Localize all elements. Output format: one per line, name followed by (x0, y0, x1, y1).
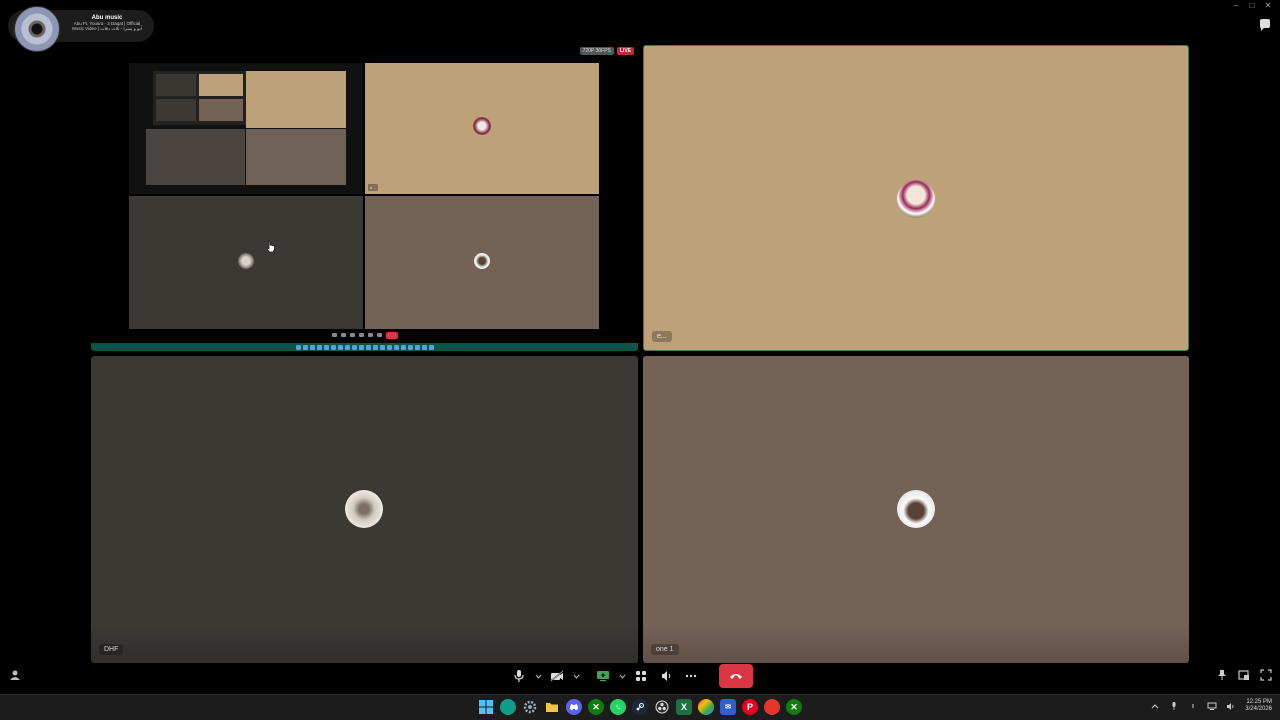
minimize-button[interactable]: – (1230, 0, 1242, 12)
activities-button[interactable] (630, 665, 652, 687)
nested-label: e... (368, 184, 378, 191)
microphone-tray-icon[interactable] (1169, 701, 1179, 711)
nested-avatar (473, 117, 491, 135)
steam-icon[interactable] (632, 699, 648, 715)
participant-tile-dhf[interactable]: DHF (91, 356, 638, 663)
obs-icon[interactable] (654, 699, 670, 715)
microphone-options-chevron-icon[interactable] (533, 665, 543, 687)
participant-label: DHF (99, 644, 124, 655)
participant-label: e... (652, 331, 672, 342)
album-art (14, 6, 60, 52)
windows-start-icon[interactable] (478, 699, 494, 715)
screen-share-options-chevron-icon[interactable] (617, 665, 627, 687)
more-options-button[interactable] (680, 665, 702, 687)
nested-tile-user1: e... (365, 63, 599, 194)
xbox-app-icon[interactable]: ✕ (786, 699, 802, 715)
apps-icon (636, 671, 646, 681)
media-notification[interactable]: Abu music Abu Ft. Yousra - 3 Daqat | Off… (8, 6, 154, 52)
disconnect-button[interactable] (719, 664, 753, 688)
avatar (897, 490, 935, 528)
activity-icon[interactable] (8, 668, 22, 682)
excel-icon[interactable]: X (676, 699, 692, 715)
soundboard-icon (662, 671, 671, 681)
resolution-badge: 720P 30FPS (579, 47, 614, 55)
avatar (897, 180, 935, 218)
avatar (345, 490, 383, 528)
participant-label: one 1 (651, 644, 679, 655)
participant-tile-user1[interactable]: e... (643, 45, 1189, 351)
pin-icon[interactable] (1215, 668, 1229, 682)
clock-time: 12:25 PM (1246, 699, 1272, 705)
app-icon[interactable] (764, 699, 780, 715)
screen-share-tile[interactable]: 720P 30FPS LIVE e... (91, 45, 638, 351)
live-badge: LIVE (616, 47, 634, 55)
close-button[interactable]: ✕ (1262, 0, 1274, 12)
system-tray: 12:25 PM 3/24/2026 (1150, 699, 1272, 713)
screen-share-button[interactable] (592, 665, 614, 687)
discord-call-window: – □ ✕ Abu music Abu Ft. Yousra - 3 Daqat… (0, 0, 1280, 720)
nested-avatar (474, 253, 490, 269)
window-controls: – □ ✕ (1230, 0, 1280, 12)
microphone-icon (514, 670, 524, 682)
nested-screen-share (129, 63, 363, 194)
language-icon[interactable] (1188, 701, 1198, 711)
popout-icon[interactable] (1237, 668, 1251, 682)
fullscreen-icon[interactable] (1259, 668, 1273, 682)
copilot-icon[interactable] (500, 699, 516, 715)
discord-icon[interactable] (566, 699, 582, 715)
pinterest-icon[interactable]: P (742, 699, 758, 715)
nested-call-controls (91, 331, 638, 339)
mouse-cursor-icon (266, 240, 275, 253)
windows-taskbar: ✕ X ✉ P ✕ 12:25 PM 3/24/2026 (0, 694, 1280, 720)
more-icon (685, 674, 697, 678)
file-explorer-icon[interactable] (544, 699, 560, 715)
clock-date: 3/24/2026 (1245, 706, 1272, 712)
chrome-icon[interactable] (698, 699, 714, 715)
nested-taskbar (91, 343, 638, 351)
chat-icon[interactable] (1258, 18, 1272, 32)
xbox-icon[interactable]: ✕ (588, 699, 604, 715)
chevron-up-icon[interactable] (1150, 701, 1160, 711)
settings-icon[interactable] (522, 699, 538, 715)
nested-call-grid: e... (129, 63, 601, 329)
nested-tile-dhf (129, 196, 363, 329)
mail-icon[interactable]: ✉ (720, 699, 736, 715)
screen-share-icon (597, 671, 609, 682)
hang-up-icon (730, 674, 742, 679)
nested-tile-one1 (365, 196, 599, 329)
maximize-button[interactable]: □ (1246, 0, 1258, 12)
call-toolbar (508, 664, 753, 688)
soundboard-button[interactable] (655, 665, 677, 687)
nested-avatar (238, 253, 254, 269)
network-icon[interactable] (1207, 701, 1217, 711)
camera-options-chevron-icon[interactable] (571, 665, 581, 687)
media-subtitle-2: Music Video | أبو و يسرا - تلات دقات (72, 26, 142, 31)
whatsapp-icon[interactable] (610, 699, 626, 715)
system-clock[interactable]: 12:25 PM 3/24/2026 (1245, 699, 1272, 713)
camera-button[interactable] (546, 665, 568, 687)
camera-off-icon (550, 670, 564, 682)
participant-tile-one1[interactable]: one 1 (643, 356, 1189, 663)
volume-icon[interactable] (1226, 701, 1236, 711)
microphone-button[interactable] (508, 665, 530, 687)
